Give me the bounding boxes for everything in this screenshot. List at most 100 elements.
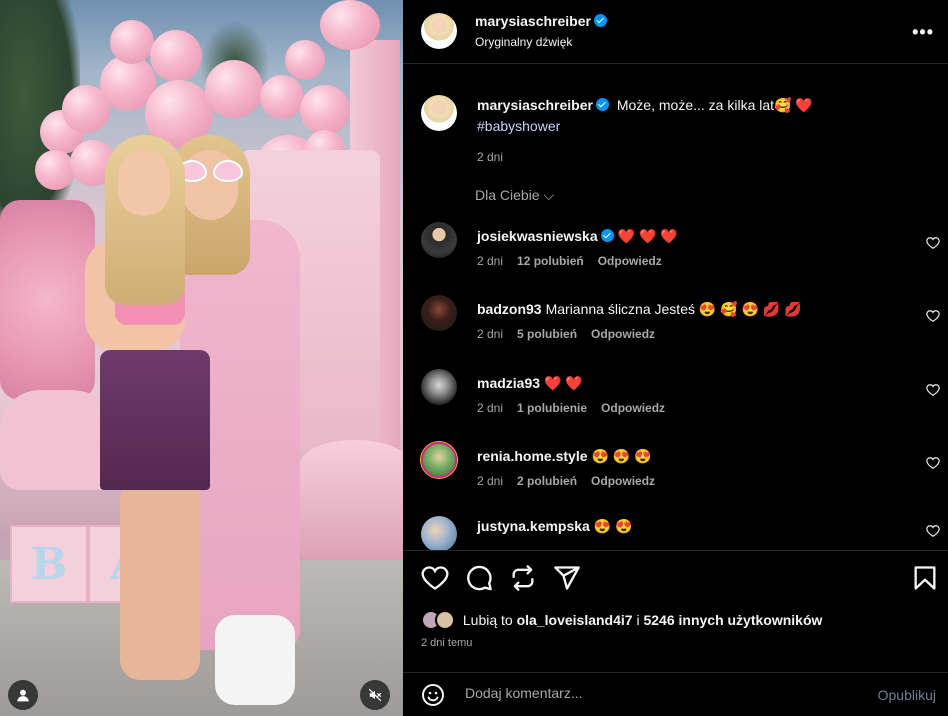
author-username[interactable]: marysiaschreiber xyxy=(475,13,591,29)
comment-time: 2 dni xyxy=(477,401,504,415)
comment-input[interactable] xyxy=(465,685,845,701)
comment-meta: 2 dni 1 polubienie Odpowiedz xyxy=(477,401,679,415)
comment-meta: 2 dni 5 polubień Odpowiedz xyxy=(477,327,669,341)
comment-time: 2 dni xyxy=(477,254,504,268)
verified-badge-icon xyxy=(593,14,607,27)
avatar[interactable] xyxy=(421,516,457,550)
reply-button[interactable]: Odpowiedz xyxy=(601,401,665,415)
caption-username[interactable]: marysiaschreiber xyxy=(477,97,593,113)
person-face xyxy=(118,150,170,216)
avatar[interactable] xyxy=(421,222,457,258)
comment-likes[interactable]: 5 polubień xyxy=(517,327,577,341)
comment-line: badzon93 Marianna śliczna Jesteś 😍 🥰 😍 💋 … xyxy=(477,301,802,318)
comment-item: badzon93 Marianna śliczna Jesteś 😍 🥰 😍 💋 … xyxy=(403,295,948,355)
divider xyxy=(403,550,948,551)
post-media[interactable]: B A B xyxy=(0,0,403,716)
comment-like-heart-icon[interactable] xyxy=(926,383,940,397)
send-icon[interactable] xyxy=(553,564,581,592)
balloon xyxy=(205,60,263,118)
share-repost-icon[interactable] xyxy=(509,564,537,592)
comment-text: ❤️ ❤️ ❤️ xyxy=(617,228,678,244)
more-icon[interactable]: ••• xyxy=(912,22,934,43)
avatar[interactable] xyxy=(421,295,457,331)
liker-username[interactable]: ola_loveisland4i7 xyxy=(517,612,633,628)
person-legs xyxy=(120,480,200,680)
balloon xyxy=(150,30,202,82)
comment-item: justyna.kempska 😍 😍 xyxy=(403,516,948,550)
reply-button[interactable]: Odpowiedz xyxy=(591,327,655,341)
comment-time: 2 dni xyxy=(477,474,504,488)
heart-glasses xyxy=(177,160,245,182)
likes-middle: i xyxy=(636,612,640,628)
avatar[interactable] xyxy=(421,13,457,49)
flower-wall xyxy=(0,200,95,400)
balloon xyxy=(260,75,304,119)
publish-button[interactable]: Opublikuj xyxy=(878,687,936,703)
caption-avatar[interactable] xyxy=(421,95,457,131)
post-details-panel: marysiaschreiber Oryginalny dźwięk ••• m… xyxy=(403,0,948,716)
like-heart-icon[interactable] xyxy=(421,564,449,592)
comment-username[interactable]: madzia93 xyxy=(477,375,540,391)
comment-username[interactable]: renia.home.style xyxy=(477,448,588,464)
comment-text: 😍 😍 😍 xyxy=(591,448,652,464)
post-header: marysiaschreiber Oryginalny dźwięk ••• xyxy=(403,0,948,64)
comment-line: josiekwasniewska ❤️ ❤️ ❤️ xyxy=(477,228,678,245)
comment-item: renia.home.style 😍 😍 😍 2 dni 2 polubień Odp… xyxy=(403,442,948,502)
comment-text: 😍 😍 xyxy=(593,518,633,534)
caption: marysiaschreiber Może, może... za kilka … xyxy=(477,95,917,168)
mute-icon xyxy=(368,688,382,702)
comment-text: Marianna śliczna Jesteś 😍 🥰 😍 💋 💋 xyxy=(545,301,802,317)
balloon xyxy=(320,0,380,50)
add-comment-bar: Opublikuj xyxy=(403,672,948,716)
balloon xyxy=(300,85,350,135)
comment-like-heart-icon[interactable] xyxy=(926,309,940,323)
comment-item: josiekwasniewska ❤️ ❤️ ❤️ 2 dni 12 polubie… xyxy=(403,222,948,282)
comment-like-heart-icon[interactable] xyxy=(926,236,940,250)
comment-username[interactable]: josiekwasniewska xyxy=(477,228,598,244)
user-tag-icon xyxy=(17,689,29,702)
comment-text: ❤️ ❤️ xyxy=(544,375,583,391)
likes-summary: Lubią to ola_loveisland4i7 i 5246 innych… xyxy=(421,610,822,630)
comment-likes[interactable]: 12 polubień xyxy=(517,254,584,268)
user-tag-button[interactable] xyxy=(8,680,38,710)
baby-block: B xyxy=(10,525,88,603)
bookmark-icon[interactable] xyxy=(911,564,939,592)
avatar[interactable] xyxy=(421,369,457,405)
balloon xyxy=(285,40,325,80)
comment-meta: 2 dni 2 polubień Odpowiedz xyxy=(477,474,669,488)
comment-username[interactable]: justyna.kempska xyxy=(477,518,590,534)
person-shoes xyxy=(215,615,295,705)
emoji-icon[interactable] xyxy=(421,683,445,707)
reply-button[interactable]: Odpowiedz xyxy=(598,254,662,268)
comment-line: justyna.kempska 😍 😍 xyxy=(477,518,633,535)
author-info: marysiaschreiber Oryginalny dźwięk xyxy=(475,13,607,49)
caption-time: 2 dni xyxy=(477,150,504,164)
comment-username[interactable]: badzon93 xyxy=(477,301,542,317)
comment-item: madzia93 ❤️ ❤️ 2 dni 1 polubienie Odpowiedz xyxy=(403,369,948,429)
post-time: 2 dni temu xyxy=(421,637,473,649)
comment-likes[interactable]: 1 polubienie xyxy=(517,401,587,415)
comments-filter-dropdown[interactable]: Dla Ciebie ⌵ xyxy=(475,187,554,204)
comment-icon[interactable] xyxy=(465,564,493,592)
comment-like-heart-icon[interactable] xyxy=(926,524,940,538)
comment-likes[interactable]: 2 polubień xyxy=(517,474,577,488)
caption-text: Może, może... za kilka lat🥰 ❤️ xyxy=(616,97,813,113)
comment-line: madzia93 ❤️ ❤️ xyxy=(477,375,583,392)
verified-badge-icon xyxy=(600,229,614,242)
reply-button[interactable]: Odpowiedz xyxy=(591,474,655,488)
balloon xyxy=(110,20,154,64)
audio-label[interactable]: Oryginalny dźwięk xyxy=(475,35,607,49)
mute-button[interactable] xyxy=(360,680,390,710)
person-tweed-skirt xyxy=(100,350,210,490)
comment-like-heart-icon[interactable] xyxy=(926,456,940,470)
likes-count[interactable]: 5246 innych użytkowników xyxy=(643,612,822,628)
verified-badge-icon xyxy=(595,98,609,111)
pink-stage xyxy=(300,440,403,560)
hashtag-link[interactable]: #babyshower xyxy=(477,116,917,137)
comment-line: renia.home.style 😍 😍 😍 xyxy=(477,448,652,465)
avatar-with-story-ring[interactable] xyxy=(421,442,457,478)
comment-meta: 2 dni 12 polubień Odpowiedz xyxy=(477,254,676,268)
balloon xyxy=(35,150,75,190)
likes-prefix: Lubią to xyxy=(462,612,513,628)
liker-avatars xyxy=(421,610,459,630)
